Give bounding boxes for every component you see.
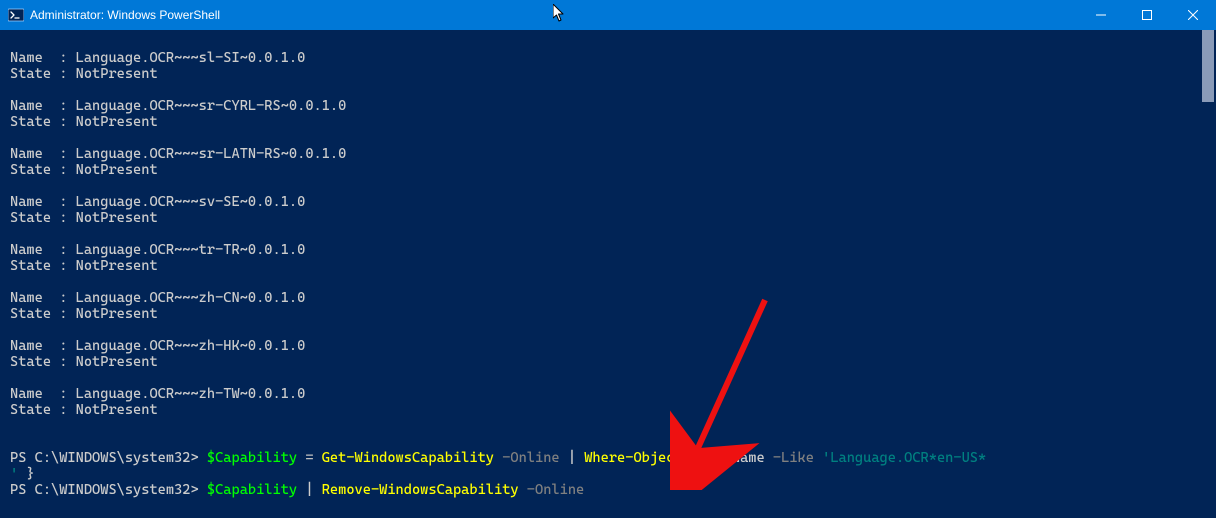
window-controls — [1078, 0, 1216, 30]
powershell-window: Administrator: Windows PowerShell Name :… — [0, 0, 1216, 518]
scrollbar[interactable] — [1200, 30, 1216, 518]
window-title: Administrator: Windows PowerShell — [30, 8, 220, 22]
minimize-button[interactable] — [1078, 0, 1124, 30]
powershell-icon — [8, 7, 24, 23]
scrollbar-thumb[interactable] — [1202, 30, 1214, 102]
maximize-button[interactable] — [1124, 0, 1170, 30]
titlebar[interactable]: Administrator: Windows PowerShell — [0, 0, 1216, 30]
close-button[interactable] — [1170, 0, 1216, 30]
terminal-output[interactable]: Name : Language.OCR~~~sl-SI~0.0.1.0 Stat… — [0, 30, 1200, 518]
